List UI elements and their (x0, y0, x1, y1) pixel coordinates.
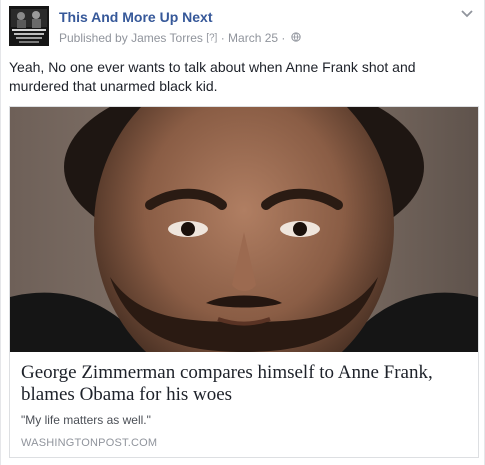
author-help-link[interactable]: [?] (206, 32, 217, 43)
page-avatar[interactable] (9, 6, 49, 46)
meta-separator: · (220, 30, 225, 45)
chevron-down-icon[interactable] (457, 6, 477, 22)
link-domain: WASHINGTONPOST.COM (21, 437, 158, 449)
link-preview[interactable]: George Zimmerman compares himself to Ann… (9, 106, 479, 458)
link-preview-body[interactable]: George Zimmerman compares himself to Ann… (10, 352, 478, 457)
post-meta: Published by James Torres [?] · March 25… (59, 30, 301, 45)
post-date-link[interactable]: March 25 (228, 31, 278, 45)
page-name-link[interactable]: This And More Up Next (59, 9, 213, 25)
author-link[interactable]: James Torres (131, 31, 203, 45)
portrait-photo (10, 107, 478, 352)
post-card: This And More Up Next Published by James… (0, 0, 485, 465)
link-preview-image[interactable] (10, 107, 478, 352)
avatar-image (9, 6, 49, 46)
globe-icon (291, 32, 301, 42)
published-by-label: Published by (59, 30, 128, 45)
post-message: Yeah, No one ever wants to talk about wh… (9, 59, 416, 94)
post-header: This And More Up Next Published by James… (9, 6, 479, 50)
link-title[interactable]: George Zimmerman compares himself to Ann… (21, 362, 471, 406)
meta-separator: · (281, 30, 286, 45)
link-description: "My life matters as well." (21, 413, 151, 427)
